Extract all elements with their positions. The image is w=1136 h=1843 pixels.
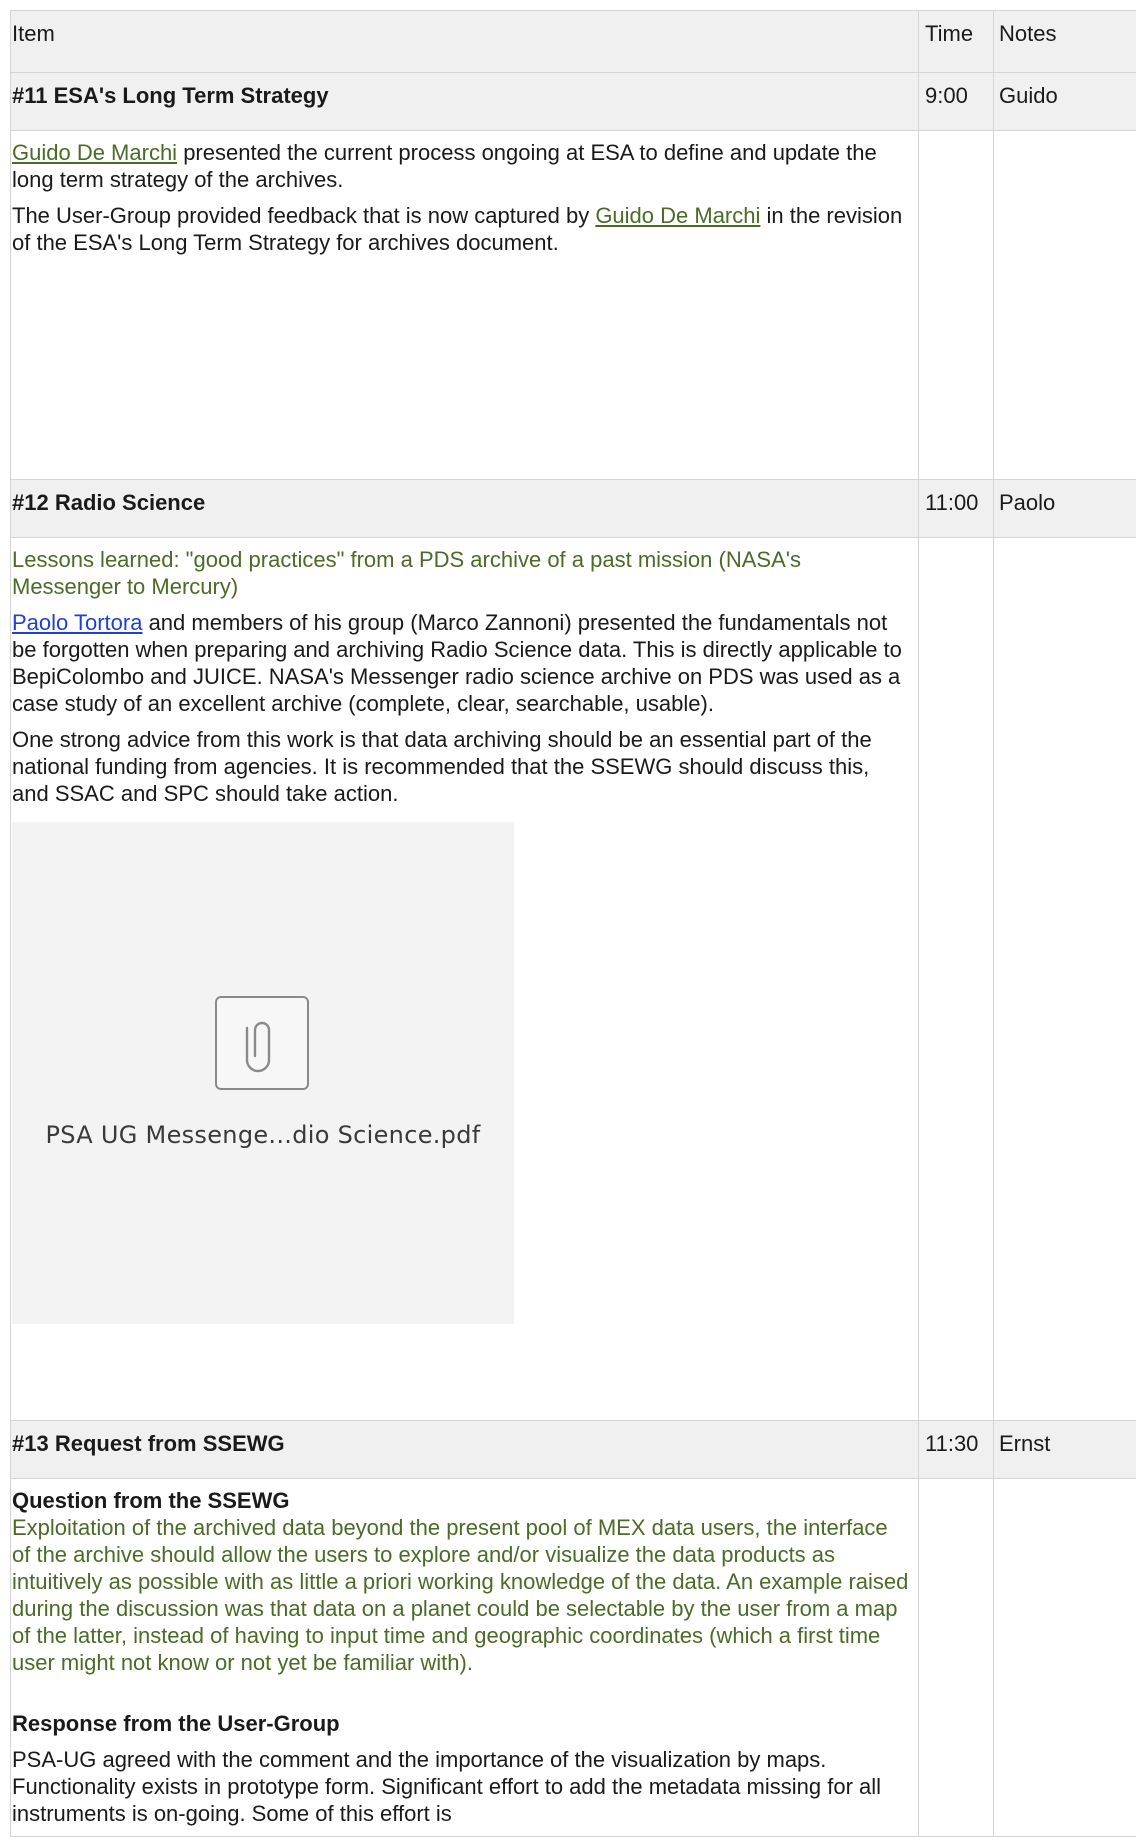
- section-13-notes: Ernst: [993, 1420, 1136, 1479]
- paolo-tortora-link[interactable]: Paolo Tortora: [12, 610, 142, 635]
- section-13-title-row: #13 Request from SSEWG 11:30 Ernst: [10, 1420, 1136, 1479]
- section-11-title-row: #11 ESA's Long Term Strategy 9:00 Guido: [10, 72, 1136, 131]
- section-12-body: Lessons learned: "good practices" from a…: [10, 537, 919, 1421]
- section-13-body-row: Question from the SSEWG Exploitation of …: [10, 1478, 1136, 1837]
- section-11-time-empty: [918, 130, 994, 480]
- section-11-body-row: Guido De Marchi presented the current pr…: [10, 130, 1136, 480]
- section-12-time: 11:00: [918, 479, 994, 538]
- guido-de-marchi-link[interactable]: Guido De Marchi: [12, 140, 177, 165]
- attachment-filename: PSA UG Messenge...dio Science.pdf: [45, 1121, 481, 1149]
- paperclip-icon: [215, 996, 309, 1090]
- section-12-notes: Paolo: [993, 479, 1136, 538]
- section-11-paragraph-1: Guido De Marchi presented the current pr…: [12, 139, 912, 193]
- section-12-title-row: #12 Radio Science 11:00 Paolo: [10, 479, 1136, 538]
- response-text: PSA-UG agreed with the comment and the i…: [12, 1747, 882, 1826]
- section-12-notes-empty: [993, 537, 1136, 1421]
- guido-de-marchi-link-2[interactable]: Guido De Marchi: [595, 203, 760, 228]
- header-notes: Notes: [993, 10, 1136, 73]
- minutes-table: Item Time Notes #11 ESA's Long Term Stra…: [10, 10, 1136, 1837]
- header-time: Time: [918, 10, 994, 73]
- question-text: Exploitation of the archived data beyond…: [12, 1515, 909, 1675]
- question-heading: Question from the SSEWG: [12, 1488, 290, 1513]
- section-12-body-row: Lessons learned: "good practices" from a…: [10, 537, 1136, 1421]
- section-11-title: #11 ESA's Long Term Strategy: [10, 72, 919, 131]
- section-13-title: #13 Request from SSEWG: [10, 1420, 919, 1479]
- response-heading: Response from the User-Group: [12, 1711, 340, 1736]
- section-12-title: #12 Radio Science: [10, 479, 919, 538]
- section-13-notes-empty: [993, 1478, 1136, 1837]
- section-12-p1-text: and members of his group (Marco Zannoni)…: [12, 610, 902, 716]
- section-11-time: 9:00: [918, 72, 994, 131]
- section-12-paragraph-2: One strong advice from this work is that…: [12, 727, 872, 806]
- section-11-body: Guido De Marchi presented the current pr…: [10, 130, 919, 480]
- section-11-p2-text: The User-Group provided feedback that is…: [12, 203, 596, 228]
- section-11-notes: Guido: [993, 72, 1136, 131]
- section-12-time-empty: [918, 537, 994, 1421]
- table-header-row: Item Time Notes: [10, 10, 1136, 73]
- section-11-paragraph-2: The User-Group provided feedback that is…: [12, 202, 912, 256]
- pdf-attachment-preview[interactable]: PSA UG Messenge...dio Science.pdf: [12, 822, 514, 1324]
- section-11-notes-empty: [993, 130, 1136, 480]
- section-13-time: 11:30: [918, 1420, 994, 1479]
- section-12-paragraph-1: Paolo Tortora and members of his group (…: [12, 609, 912, 717]
- section-13-time-empty: [918, 1478, 994, 1837]
- header-item: Item: [10, 10, 919, 73]
- section-12-lessons: Lessons learned: "good practices" from a…: [12, 547, 801, 599]
- section-13-body: Question from the SSEWG Exploitation of …: [10, 1478, 919, 1837]
